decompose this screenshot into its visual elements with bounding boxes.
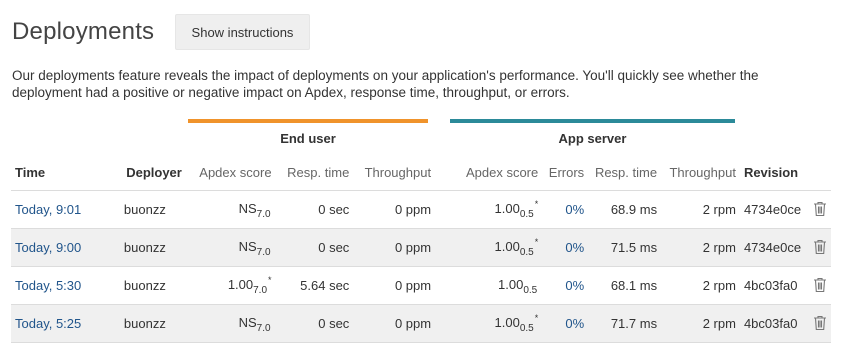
revision-cell: 4734e0ce xyxy=(739,228,806,267)
as-apdex-threshold: 0.5 xyxy=(519,322,534,334)
deploy-time-cell: Today, 5:30 xyxy=(11,266,120,305)
eu-apdex-threshold: 7.0 xyxy=(256,246,271,258)
revision-cell: 4bc03fa0 xyxy=(739,304,806,343)
col-actions xyxy=(805,156,831,191)
deploy-time-link[interactable]: Today, 5:25 xyxy=(15,316,81,331)
as-apdex-cell: 1.000.5 xyxy=(435,266,543,305)
col-deployer[interactable]: Deployer xyxy=(119,156,186,191)
revision-cell: 4734e0ce xyxy=(739,190,806,229)
deployer-cell: buonzz xyxy=(119,266,186,305)
as-apdex-cell: 1.000.5* xyxy=(435,228,543,267)
eu-throughput-cell: 0 ppm xyxy=(353,266,436,305)
app-server-group-header: App server xyxy=(450,119,735,149)
eu-resp-time-cell: 0 sec xyxy=(275,304,354,343)
as-apdex-star: * xyxy=(534,312,539,323)
as-throughput-cell: 2 rpm xyxy=(661,304,740,343)
actions-cell xyxy=(805,228,831,267)
as-errors-cell[interactable]: 0% xyxy=(542,228,589,267)
deployer-cell: buonzz xyxy=(119,304,186,343)
eu-apdex-threshold: 7.0 xyxy=(256,322,271,334)
eu-apdex-value: NS xyxy=(238,238,257,254)
as-apdex-value: 1.00 xyxy=(494,238,520,254)
eu-apdex-threshold: 7.0 xyxy=(253,284,268,296)
revision-cell: 4bc03fa0 xyxy=(739,266,806,305)
col-as-throughput[interactable]: Throughput xyxy=(661,156,740,191)
deployment-row: Today, 5:30 buonzz 1.007.0* 5.64 sec 0 ppm 1.… xyxy=(11,266,831,305)
col-time[interactable]: Time xyxy=(11,156,120,191)
eu-apdex-value: 1.00 xyxy=(227,276,254,292)
actions-cell xyxy=(805,190,831,229)
as-apdex-cell: 1.000.5* xyxy=(435,304,543,343)
col-as-resp-time[interactable]: Resp. time xyxy=(588,156,662,191)
eu-apdex-threshold: 7.0 xyxy=(256,208,271,220)
trash-icon[interactable] xyxy=(813,277,827,293)
trash-icon[interactable] xyxy=(813,315,827,331)
deploy-time-link[interactable]: Today, 5:30 xyxy=(15,278,81,293)
eu-throughput-cell: 0 ppm xyxy=(353,228,436,267)
deploy-time-link[interactable]: Today, 9:00 xyxy=(15,240,81,255)
deployment-row: Today, 5:25 buonzz NS7.0 0 sec 0 ppm 1.000.5*… xyxy=(11,304,831,343)
deployer-cell: buonzz xyxy=(119,228,186,267)
eu-resp-time-cell: 0 sec xyxy=(275,228,354,267)
as-throughput-cell: 2 rpm xyxy=(661,228,740,267)
eu-apdex-cell: NS7.0 xyxy=(185,304,276,343)
deploy-time-cell: Today, 5:25 xyxy=(11,304,120,343)
as-apdex-value: 1.00 xyxy=(494,200,520,216)
page-header: Deployments Show instructions xyxy=(12,14,310,50)
deployments-table: Time Deployer Apdex score Resp. time Thr… xyxy=(11,156,831,343)
end-user-group-header: End user xyxy=(188,119,428,149)
deploy-time-link[interactable]: Today, 9:01 xyxy=(15,202,81,217)
eu-throughput-cell: 0 ppm xyxy=(353,304,436,343)
as-errors-cell[interactable]: 0% xyxy=(542,266,589,305)
eu-resp-time-cell: 5.64 sec xyxy=(275,266,354,305)
as-apdex-threshold: 0.5 xyxy=(519,208,534,220)
col-eu-apdex[interactable]: Apdex score xyxy=(185,156,276,191)
as-errors-cell[interactable]: 0% xyxy=(542,304,589,343)
as-throughput-cell: 2 rpm xyxy=(661,190,740,229)
eu-apdex-value: NS xyxy=(238,200,257,216)
as-apdex-cell: 1.000.5* xyxy=(435,190,543,229)
as-apdex-star: * xyxy=(534,236,539,247)
as-resp-time-cell: 71.7 ms xyxy=(588,304,662,343)
deploy-time-cell: Today, 9:01 xyxy=(11,190,120,229)
actions-cell xyxy=(805,266,831,305)
table-header-row: Time Deployer Apdex score Resp. time Thr… xyxy=(11,156,831,191)
as-resp-time-cell: 71.5 ms xyxy=(588,228,662,267)
as-resp-time-cell: 68.9 ms xyxy=(588,190,662,229)
show-instructions-button[interactable]: Show instructions xyxy=(175,14,310,50)
eu-apdex-star: * xyxy=(268,274,272,285)
eu-apdex-cell: NS7.0 xyxy=(185,228,276,267)
eu-throughput-cell: 0 ppm xyxy=(353,190,436,229)
col-eu-throughput[interactable]: Throughput xyxy=(353,156,436,191)
col-eu-resp-time[interactable]: Resp. time xyxy=(275,156,354,191)
as-apdex-value: 1.00 xyxy=(494,314,520,330)
as-throughput-cell: 2 rpm xyxy=(661,266,740,305)
as-apdex-star: * xyxy=(534,198,539,209)
deployer-cell: buonzz xyxy=(119,190,186,229)
eu-apdex-value: NS xyxy=(238,314,257,330)
trash-icon[interactable] xyxy=(813,201,827,217)
as-apdex-threshold: 0.5 xyxy=(523,284,538,296)
eu-apdex-cell: 1.007.0* xyxy=(185,266,276,305)
page-title: Deployments xyxy=(12,18,155,45)
trash-icon[interactable] xyxy=(813,239,827,255)
col-as-apdex[interactable]: Apdex score xyxy=(435,156,543,191)
actions-cell xyxy=(805,304,831,343)
deploy-time-cell: Today, 9:00 xyxy=(11,228,120,267)
col-as-errors[interactable]: Errors xyxy=(542,156,589,191)
as-resp-time-cell: 68.1 ms xyxy=(588,266,662,305)
as-errors-cell[interactable]: 0% xyxy=(542,190,589,229)
as-apdex-value: 1.00 xyxy=(498,276,524,292)
deployment-row: Today, 9:01 buonzz NS7.0 0 sec 0 ppm 1.000.5*… xyxy=(11,190,831,229)
description-text: Our deployments feature reveals the impa… xyxy=(12,68,759,100)
eu-apdex-cell: NS7.0 xyxy=(185,190,276,229)
deployment-row: Today, 9:00 buonzz NS7.0 0 sec 0 ppm 1.000.5*… xyxy=(11,228,831,267)
as-apdex-threshold: 0.5 xyxy=(519,246,534,258)
col-revision[interactable]: Revision xyxy=(739,156,806,191)
eu-resp-time-cell: 0 sec xyxy=(275,190,354,229)
